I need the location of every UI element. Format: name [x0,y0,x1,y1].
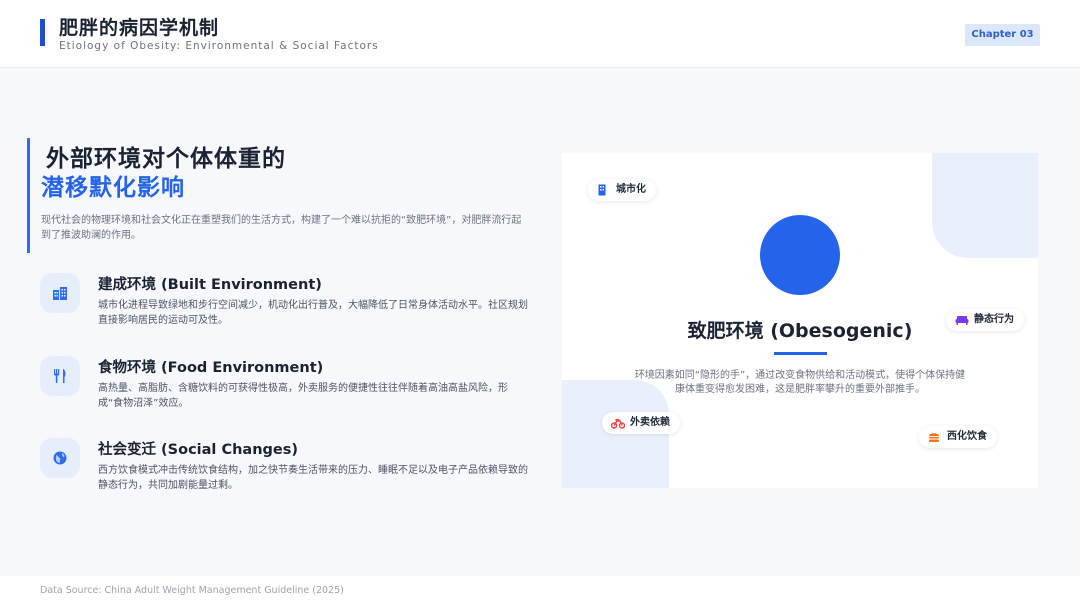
hero-description: 现代社会的物理环境和社会文化正在重塑我们的生活方式，构建了一个难以抗拒的“致肥环… [41,215,522,241]
tag-label: 西化饮食 [947,431,987,442]
obesogenic-diagram-card: 致肥环境 (Obesogenic) 环境因素如同“隐形的手”，通过改变食物供给和… [562,153,1038,488]
header: 肥胖的病因学机制 Etiology of Obesity: Environmen… [0,0,1080,68]
hero-accent-bar [27,138,30,253]
tag-label: 静态行为 [974,314,1014,325]
decor-blob-top-right [932,153,1038,258]
globe-icon [40,438,80,478]
page-title: 肥胖的病因学机制 [59,17,220,39]
factor-text: 高热量、高脂肪、含糖饮料的可获得性极高，外卖服务的便捷性往往伴随着高油高盐风险，… [98,383,508,409]
factor-text: 西方饮食模式冲击传统饮食结构，加之快节奏生活带来的压力、睡眠不足以及电子产品依赖… [98,465,528,491]
building-icon [598,184,606,196]
center-circle [760,215,840,295]
buildings-icon [40,273,80,313]
tag-delivery: 外卖依赖 [602,412,680,434]
tag-label: 外卖依赖 [630,417,670,428]
utensils-icon [40,356,80,396]
chapter-badge: Chapter 03 [965,24,1040,46]
factor-text: 城市化进程导致绿地和步行空间减少，机动化出行普及，大幅降低了日常身体活动水平。社… [98,300,528,326]
tag-western-diet: 西化饮食 [919,426,997,448]
diagram-title-underline [774,352,827,355]
motorcycle-icon [611,419,625,429]
factor-title: 建成环境 (Built Environment) [98,277,322,293]
page-subtitle: Etiology of Obesity: Environmental & Soc… [59,40,379,52]
tag-sedentary: 静态行为 [946,309,1024,331]
factor-title: 食物环境 (Food Environment) [98,360,324,376]
couch-icon [955,316,969,325]
burger-icon [929,433,939,442]
header-accent-bar [40,19,45,46]
tag-urbanization: 城市化 [588,179,656,201]
data-source: Data Source: China Adult Weight Manageme… [40,585,344,596]
factor-title: 社会变迁 (Social Changes) [98,442,298,458]
hero-title-line2: 潜移默化影响 [41,175,185,201]
footer: Data Source: China Adult Weight Manageme… [0,576,1080,608]
diagram-description: 环境因素如同“隐形的手”，通过改变食物供给和活动模式，使得个体保持健康体重变得愈… [634,370,966,395]
tag-label: 城市化 [616,184,646,195]
